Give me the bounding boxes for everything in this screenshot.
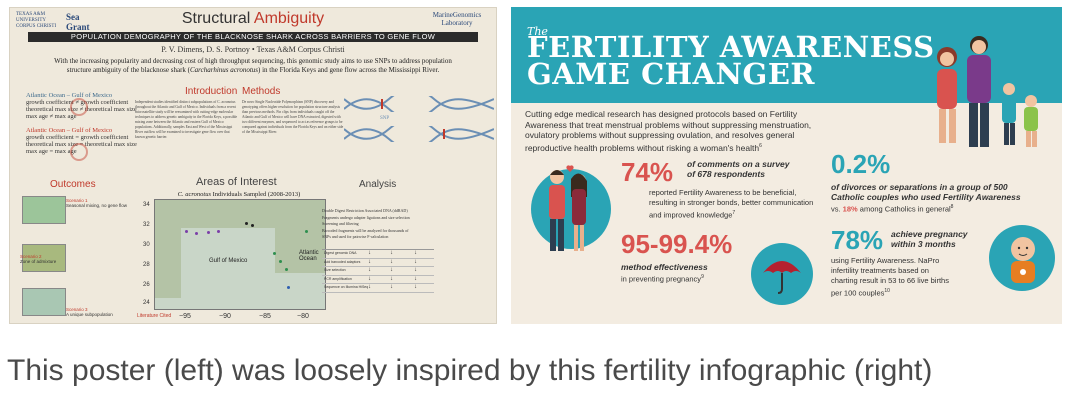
introduction-body: Independent studies identified distinct …	[135, 100, 238, 139]
poster-image: TEXAS A&M UNIVERSITY CORPUS CHRISTI Sea …	[9, 7, 497, 324]
poster-banner: POPULATION DEMOGRAPHY OF THE BLACKNOSE S…	[28, 32, 478, 42]
gulf-label: Gulf of Mexico	[209, 258, 248, 264]
methods-body: De novo Single Nucleotide Polymorphism (…	[242, 100, 344, 134]
scenario-3-map	[22, 288, 66, 316]
marine-genomics-logo: MarineGenomics Laboratory	[432, 11, 482, 27]
areas-heading: Areas of Interest	[196, 176, 277, 188]
methods-heading: Methods	[242, 86, 281, 97]
sampling-map: Gulf of Mexico Atlantic Ocean −95 −90 −8…	[143, 199, 326, 320]
areas-subtitle: C. acronotus Individuals Sampled (2008-2…	[177, 191, 301, 198]
analysis-heading: Analysis	[359, 179, 397, 190]
analysis-table: Digest genomic DNA ↓ ↓ ↓ Add barcoded adapt…	[322, 249, 434, 293]
infographic-intro: Cutting edge medical research has design…	[525, 109, 812, 153]
stat-74-percent: 74% of comments on a survey of 678 respon…	[621, 157, 814, 220]
female-symbol-icon	[70, 98, 88, 116]
introduction-heading: Introduction	[185, 86, 238, 97]
poster-title: Structural Ambiguity	[181, 10, 325, 27]
dna-strand-icon	[344, 126, 494, 142]
analysis-steps: Double Digest Restriction Associated DNA…	[322, 208, 410, 239]
scenario-2-label: Scenario 2 Zone of admixture	[20, 254, 57, 264]
umbrella-icon	[763, 261, 801, 294]
poster-abstract: With the increasing popularity and decre…	[54, 57, 452, 74]
scenario-1-label: Scenario 1 Seasonal mixing, no gene flow	[66, 198, 128, 208]
poster-authors: P. V. Dimens, D. S. Portnoy • Texas A&M …	[161, 45, 345, 54]
snp-label: SNP	[380, 116, 390, 121]
stat-78-percent: 78% achieve pregnancy within 3 months usi…	[831, 225, 968, 298]
atlantic-label: Atlantic Ocean	[299, 250, 319, 262]
dna-strand-icon	[344, 96, 494, 112]
infographic-title: FERTILITY AWARENESS GAME CHANGER	[527, 30, 935, 91]
infographic-image: The FERTILITY AWARENESS GAME CHANGER Cut…	[511, 7, 1062, 324]
stat-0-2-percent: 0.2% of divorces or separations in a gro…	[831, 149, 1021, 214]
baby-illustration	[1011, 237, 1035, 283]
outcomes-heading: Outcomes	[50, 179, 96, 190]
scenario-3-label: Scenario 3A unique subpopulation	[66, 307, 113, 317]
female-symbol-icon	[70, 143, 88, 161]
image-caption: This poster (left) was loosely inspired …	[7, 354, 933, 387]
scenario-1-map	[22, 196, 66, 224]
literature-cited-heading: Literature Cited	[137, 313, 172, 319]
couple-illustration	[549, 165, 587, 251]
